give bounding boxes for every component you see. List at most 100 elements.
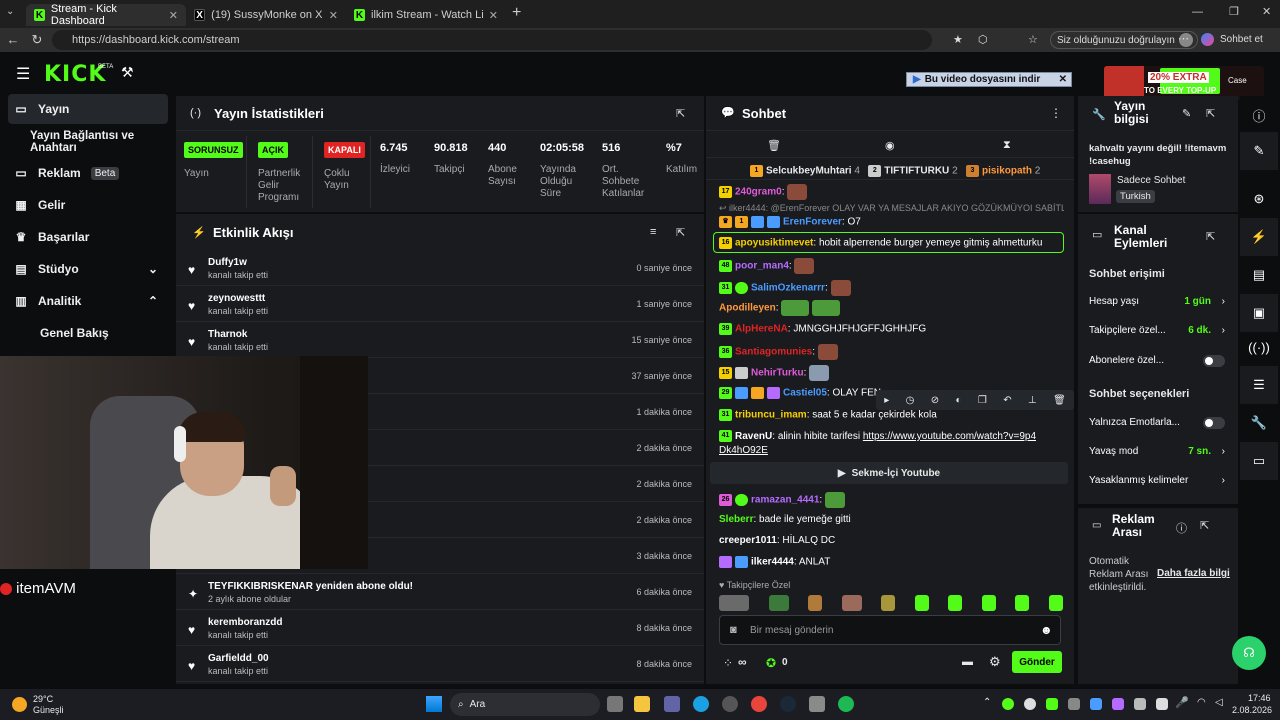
new-tab-icon[interactable]: + (512, 4, 521, 22)
chat-username[interactable]: 240gram0 (735, 187, 782, 198)
chat-username[interactable]: Apodilleyen (719, 303, 776, 314)
tray-icon[interactable] (1046, 698, 1058, 710)
edge-icon[interactable] (693, 696, 709, 712)
chat-username[interactable]: NehirTurku (751, 368, 804, 379)
sidebar-item-analitik[interactable]: ▥ Analitik ⌃ (8, 286, 168, 316)
gear-icon[interactable]: ⚙ (989, 654, 1001, 670)
sidebar-item-studyo[interactable]: ▤ Stüdyo ⌄ (8, 254, 168, 284)
window-icon[interactable]: ▭ (1240, 442, 1278, 480)
reload-icon[interactable]: ↻ (24, 32, 50, 48)
bolt-icon[interactable]: ⚡ (1240, 218, 1278, 256)
trash-icon[interactable]: 🗑 (767, 139, 781, 152)
taskbar-search[interactable]: ⌕ Ara (450, 693, 600, 716)
banned-words-row[interactable]: Yasaklanmış kelimeler › (1089, 475, 1225, 486)
chat-username[interactable]: Santiagomunies (735, 347, 812, 358)
followers-only-row[interactable]: Takipçilere özel... 6 dk. › (1089, 325, 1225, 336)
emote[interactable] (808, 595, 823, 611)
tab-list-icon[interactable]: ⌄ (6, 6, 14, 17)
close-icon[interactable]: ✕ (329, 9, 338, 22)
gifter-name[interactable]: SelcukbeyMuhtari (766, 166, 852, 177)
chat-username[interactable]: ramazan_4441 (751, 495, 819, 506)
app-icon[interactable] (722, 696, 738, 712)
emote[interactable] (881, 595, 896, 611)
kicks-icon[interactable]: ✪ (766, 656, 776, 670)
hourglass-icon[interactable]: ⧗ (1003, 139, 1011, 152)
windows-start-icon[interactable] (426, 696, 442, 712)
chat-username[interactable]: AlpHereNA (735, 324, 788, 335)
menu-icon[interactable]: ☰ (16, 64, 30, 84)
list-item[interactable]: ✦ TEYFIKKIBRISKENAR yeniden abone oldu! 2 … (176, 575, 704, 610)
unlink-icon[interactable]: ⊘ (931, 395, 939, 406)
emote[interactable] (981, 595, 996, 611)
clock-date[interactable]: 2.08.2026 (1232, 705, 1272, 715)
weather-icon[interactable] (12, 697, 27, 712)
tray-icon[interactable] (1156, 698, 1168, 710)
maximize-icon[interactable]: ❐ (1229, 5, 1239, 18)
ban-icon[interactable]: ◐ (955, 395, 961, 406)
emote[interactable] (841, 595, 862, 611)
chat-icon[interactable]: ▣ (1240, 294, 1278, 332)
edit-icon[interactable]: ✎ (1240, 132, 1278, 170)
tray-chevron-icon[interactable]: ⌃ (983, 697, 991, 708)
list-item[interactable]: ♥ Tharnok kanalı takip etti 15 saniye önce (176, 323, 704, 358)
sidebar-item-overview[interactable]: Genel Bakış (8, 318, 168, 348)
chat-with-copilot[interactable]: Sohbet et (1220, 34, 1263, 45)
sidebar-item-gelir[interactable]: ▦ Gelir (8, 190, 168, 220)
close-icon[interactable]: ✕ (489, 9, 498, 22)
tab-x[interactable]: X (19) SussyMonke on X: "STEAM YE ✕ (186, 4, 346, 26)
subscribers-only-toggle[interactable] (1203, 354, 1225, 367)
gifter-name[interactable]: TIFTIFTURKU (884, 166, 949, 177)
tray-icon[interactable] (1134, 698, 1146, 710)
steam-icon[interactable] (780, 696, 796, 712)
minimize-icon[interactable]: — (1192, 6, 1203, 18)
play-icon[interactable]: ▸ (884, 395, 889, 406)
wrench-icon[interactable]: 🔧 (1240, 404, 1278, 442)
tab-kick-watch[interactable]: K ilkim Stream - Watch Live on Kick ✕ (346, 4, 506, 26)
url-field[interactable]: https://dashboard.kick.com/stream (52, 30, 932, 50)
volume-icon[interactable]: ◁ (1215, 697, 1223, 708)
target-icon[interactable]: ⊛ (1240, 180, 1278, 218)
extensions-icon[interactable]: ⬡ (978, 33, 988, 46)
tray-icon[interactable] (1112, 698, 1124, 710)
tray-icon[interactable] (1024, 698, 1036, 710)
chat-username[interactable]: ErenForever (783, 217, 842, 228)
popout-icon[interactable]: ⇱ (1206, 230, 1215, 243)
popout-icon[interactable]: ⇱ (1200, 519, 1209, 532)
chat-username[interactable]: Castiel05 (783, 388, 827, 399)
emote[interactable] (768, 595, 789, 611)
chat-users-icon[interactable]: ▬ (962, 656, 973, 668)
promo-banner[interactable]: 20% EXTRA TO EVERY TOP-UP Case (1104, 66, 1264, 100)
chat-username[interactable]: creeper1011 (719, 535, 777, 546)
slow-mode-row[interactable]: Yavaş mod 7 sn. › (1089, 446, 1225, 457)
emote-only-row[interactable]: Yalnızca Emotlarla... (1089, 416, 1225, 429)
tools-icon[interactable]: ⚒ (121, 64, 134, 81)
tray-icon[interactable] (1068, 698, 1080, 710)
copy-icon[interactable]: ❐ (978, 395, 987, 406)
chat-username[interactable]: Sleberr (719, 514, 753, 525)
verify-button[interactable]: Siz olduğunuzu doğrulayın (1050, 31, 1198, 49)
emote[interactable] (914, 595, 929, 611)
chat-username[interactable]: poor_man4 (735, 261, 789, 272)
emote[interactable] (1048, 595, 1063, 611)
copilot-icon[interactable] (1201, 33, 1214, 46)
emote[interactable] (948, 595, 963, 611)
list-item[interactable]: ♥ Garfieldd_00 kanalı takip etti 8 dakika ö… (176, 647, 704, 682)
app-icon[interactable] (809, 696, 825, 712)
file-explorer-icon[interactable] (634, 696, 650, 712)
info-icon[interactable]: ⓘ (1176, 520, 1187, 536)
list-item[interactable]: ♥ Duffy1w kanalı takip etti 0 saniye önce (176, 251, 704, 286)
chat-username[interactable]: RavenU (735, 431, 772, 442)
learn-more-link[interactable]: Daha fazla bilgi (1157, 568, 1230, 579)
popout-icon[interactable]: ⇱ (676, 226, 685, 239)
tray-icon[interactable] (1002, 698, 1014, 710)
account-age-row[interactable]: Hesap yaşı 1 gün › (1089, 296, 1225, 307)
chat-username[interactable]: tribuncu_imam (735, 410, 807, 421)
info-icon[interactable]: ⓘ (1240, 96, 1278, 134)
back-icon[interactable]: ← (0, 32, 26, 47)
clock-time[interactable]: 17:46 (1248, 693, 1271, 703)
wifi-icon[interactable]: ◠ (1197, 697, 1206, 708)
close-icon[interactable]: ✕ (169, 9, 178, 22)
chat-username[interactable]: ilker4444 (751, 557, 794, 568)
popout-icon[interactable]: ⇱ (676, 107, 685, 120)
list-icon[interactable]: ☰ (1240, 366, 1278, 404)
